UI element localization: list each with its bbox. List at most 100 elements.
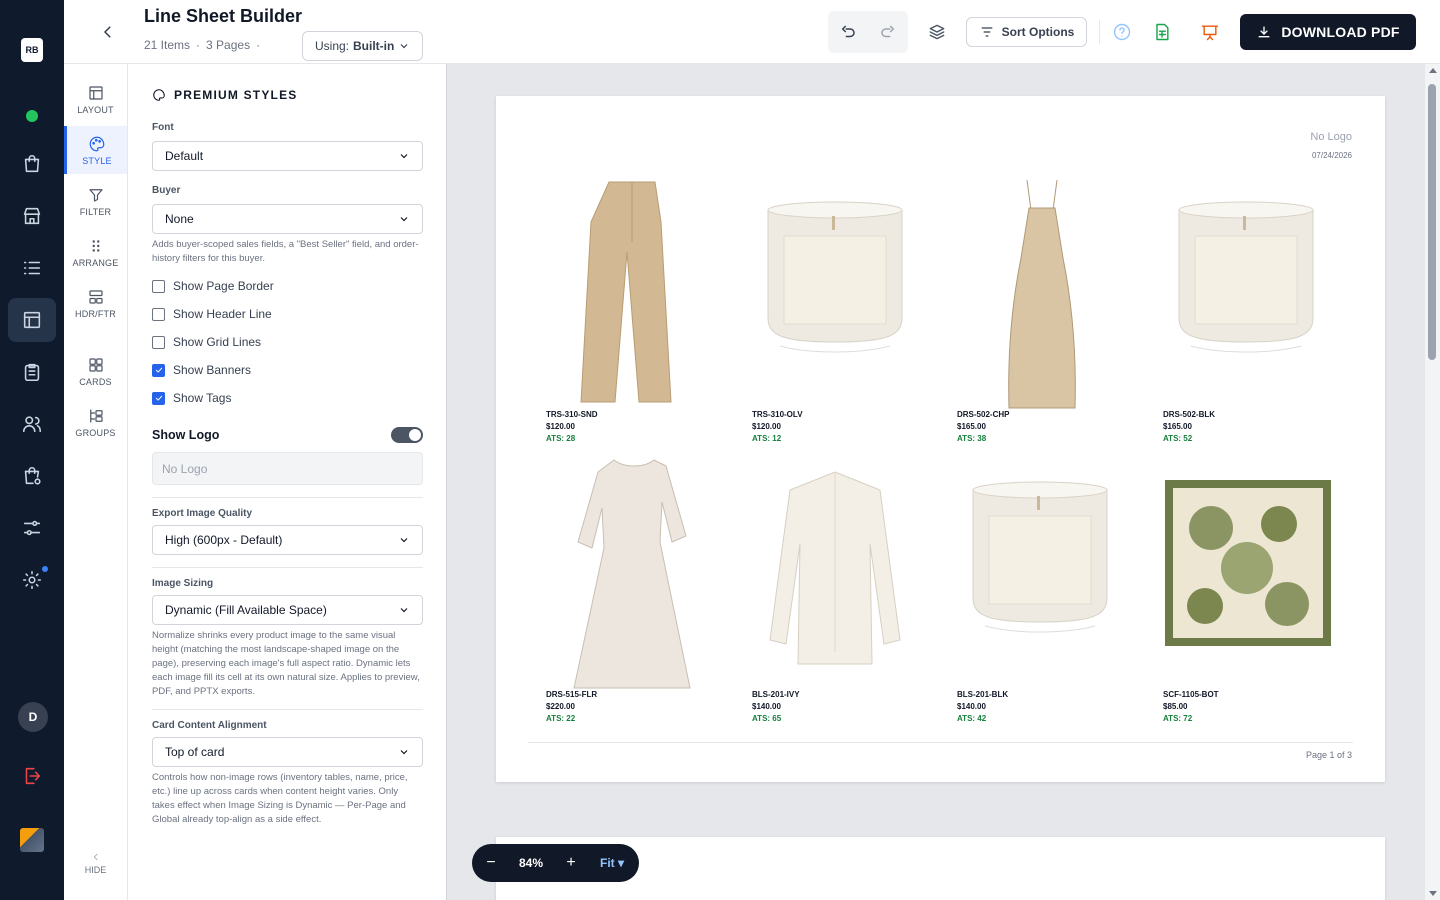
export-sheets-button[interactable] (1146, 16, 1178, 48)
show-banners-checkbox[interactable]: Show Banners (152, 363, 251, 377)
hide-panel-button[interactable]: HIDE (64, 852, 127, 886)
rail-store-button[interactable] (8, 194, 56, 238)
sheet-meta: 21 Items · 3 Pages · (144, 38, 261, 52)
rail-users-button[interactable] (8, 402, 56, 446)
zoom-in-button[interactable]: + (552, 854, 590, 872)
tab-arrange[interactable]: ARRANGE (64, 228, 127, 276)
profile-image[interactable] (20, 828, 44, 852)
workspace-badge[interactable]: RB (21, 38, 43, 62)
help-button[interactable] (1106, 16, 1138, 48)
show-page-border-checkbox[interactable]: Show Page Border (152, 279, 274, 293)
tab-cards-label: CARDS (79, 376, 112, 387)
using-label: Using: (315, 39, 350, 53)
tab-header-footer[interactable]: HDR/FTR (64, 279, 127, 327)
zoom-out-button[interactable]: − (472, 854, 510, 872)
chevron-down-icon (400, 608, 408, 613)
product-sku: TRS-310-OLV (752, 410, 803, 419)
rail-linesheet-button[interactable] (8, 298, 56, 342)
checkbox-label: Show Banners (173, 363, 252, 377)
show-logo-label: Show Logo (152, 428, 220, 442)
list-icon (23, 261, 41, 275)
rail-settings-button[interactable] (8, 558, 56, 602)
card-alignment-select[interactable]: Top of card (152, 737, 423, 767)
sort-options-button[interactable]: Sort Options (966, 17, 1087, 47)
tab-layout[interactable]: LAYOUT (64, 75, 127, 123)
rail-store-settings-button[interactable] (8, 454, 56, 498)
show-tags-checkbox[interactable]: Show Tags (152, 391, 231, 405)
font-select[interactable]: Default (152, 141, 423, 171)
buyer-help-text: Adds buyer-scoped sales fields, a "Best … (152, 239, 419, 264)
item-count: 21 Items (144, 38, 191, 52)
show-grid-lines-checkbox[interactable]: Show Grid Lines (152, 335, 261, 349)
layers-button[interactable] (921, 16, 953, 48)
panel-resize-handle[interactable] (446, 64, 456, 900)
image-sizing-value: Dynamic (Fill Available Space) (165, 603, 327, 617)
redo-icon[interactable] (879, 23, 897, 41)
product-image (580, 181, 672, 403)
toolbar-divider (1099, 20, 1100, 44)
back-button[interactable] (94, 18, 122, 46)
page-count: 3 Pages (206, 38, 251, 52)
image-sizing-help-text: Normalize shrinks every product image to… (152, 630, 420, 697)
product-image (573, 459, 691, 689)
product-ats: ATS: 28 (546, 434, 576, 443)
zoom-fit-label: Fit (600, 856, 615, 870)
export-slides-button[interactable] (1194, 16, 1226, 48)
zoom-fit-dropdown[interactable]: Fit ▾ (600, 856, 624, 870)
user-avatar[interactable]: D (18, 702, 48, 732)
tab-filter[interactable]: FILTER (64, 177, 127, 225)
product-price: $140.00 (752, 702, 781, 711)
product-price: $85.00 (1163, 702, 1188, 711)
chevron-down-icon (400, 750, 408, 755)
rail-list-button[interactable] (8, 246, 56, 290)
divider (152, 567, 423, 568)
product-image (1008, 179, 1076, 409)
layout-icon (23, 311, 41, 329)
scroll-up-arrow[interactable] (1429, 68, 1437, 73)
font-label: Font (152, 122, 174, 133)
tab-groups[interactable]: GROUPS (64, 398, 127, 446)
image-sizing-select[interactable]: Dynamic (Fill Available Space) (152, 595, 423, 625)
show-header-line-checkbox[interactable]: Show Header Line (152, 307, 272, 321)
export-quality-value: High (600px - Default) (165, 533, 283, 547)
panel-heading-text: PREMIUM STYLES (174, 88, 298, 102)
scroll-down-arrow[interactable] (1429, 891, 1437, 896)
logout-button[interactable] (8, 754, 56, 798)
product-ats: ATS: 12 (752, 434, 782, 443)
checkbox-label: Show Page Border (173, 279, 274, 293)
using-value: Built-in (353, 39, 395, 53)
logout-icon (25, 767, 41, 785)
drag-dots-icon (92, 239, 99, 252)
tab-cards[interactable]: CARDS (64, 347, 127, 395)
product-ats: ATS: 52 (1163, 434, 1193, 443)
template-source-dropdown[interactable]: Using: Built-in (302, 31, 424, 61)
tab-style[interactable]: STYLE (64, 126, 127, 174)
gear-icon (22, 570, 42, 590)
checkbox-label: Show Tags (173, 391, 232, 405)
rail-adjustments-button[interactable] (8, 506, 56, 550)
rail-clipboard-button[interactable] (8, 350, 56, 394)
logo-input[interactable]: No Logo (152, 452, 423, 485)
checkbox-box (152, 335, 165, 349)
filter-icon (88, 188, 103, 202)
product-ats: ATS: 22 (546, 714, 576, 723)
product-price: $165.00 (1163, 422, 1192, 431)
export-quality-select[interactable]: High (600px - Default) (152, 525, 423, 555)
product-ats: ATS: 42 (957, 714, 987, 723)
preview-scrollbar[interactable] (1425, 64, 1440, 900)
download-pdf-button[interactable]: DOWNLOAD PDF (1240, 14, 1416, 50)
shopping-bag-gear-icon (24, 467, 41, 485)
checkbox-box (152, 391, 165, 405)
card-alignment-help-text: Controls how non-image rows (inventory t… (152, 772, 408, 825)
checkbox-box (152, 307, 165, 321)
card-alignment-label: Card Content Alignment (152, 720, 267, 731)
buyer-select[interactable]: None (152, 204, 423, 234)
tab-style-label: STYLE (82, 155, 112, 166)
product-sku: DRS-515-FLR (546, 690, 598, 699)
scrollbar-thumb[interactable] (1428, 84, 1436, 360)
rail-orders-button[interactable] (8, 142, 56, 186)
product-ats: ATS: 38 (957, 434, 987, 443)
undo-icon[interactable] (839, 23, 857, 41)
show-logo-toggle[interactable] (391, 427, 423, 443)
export-quality-label: Export Image Quality (152, 508, 253, 519)
